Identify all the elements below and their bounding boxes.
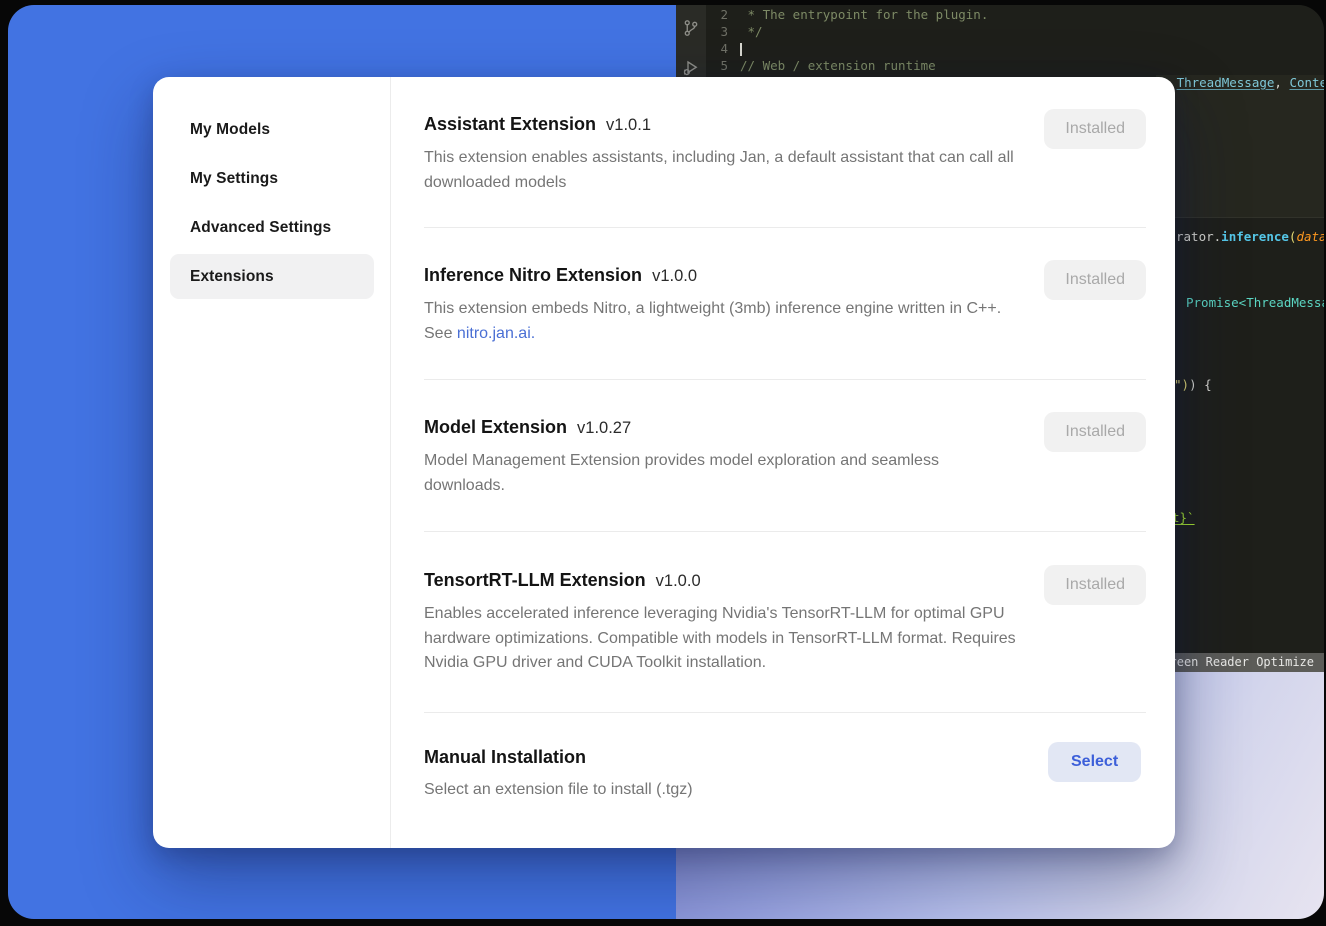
line-number: 2 — [706, 6, 740, 23]
extension-name: Inference Nitro Extension — [424, 265, 642, 285]
installed-button[interactable]: Installed — [1044, 565, 1146, 605]
desktop: 2 * The entrypoint for the plugin.3 */45… — [8, 5, 1324, 919]
line-text: */ — [740, 23, 763, 40]
extension-title: Assistant Extension v1.0.1 — [424, 112, 1020, 138]
description-text: Select an extension file to install (.tg… — [424, 781, 693, 798]
extension-version: v1.0.0 — [652, 267, 697, 285]
extension-description: Enables accelerated inference leveraging… — [424, 602, 1020, 676]
extension-name: Manual Installation — [424, 747, 586, 767]
settings-modal: My ModelsMy SettingsAdvanced SettingsExt… — [153, 77, 1175, 848]
description-text: Enables accelerated inference leveraging… — [424, 605, 1016, 671]
extension-info: Inference Nitro Extension v1.0.0 This exte… — [424, 263, 1020, 346]
extension-row: Assistant Extension v1.0.1 This extension … — [424, 112, 1146, 228]
extension-description: Model Management Extension provides mode… — [424, 449, 1020, 498]
line-text: * The entrypoint for the plugin. — [740, 6, 988, 23]
extension-name: Model Extension — [424, 417, 567, 437]
run-debug-icon[interactable] — [682, 57, 700, 79]
extension-title: Manual Installation — [424, 745, 1024, 770]
extension-row: Inference Nitro Extension v1.0.0 This exte… — [424, 228, 1146, 380]
source-control-icon[interactable] — [682, 17, 700, 39]
extension-name: TensortRT-LLM Extension — [424, 570, 646, 590]
select-button[interactable]: Select — [1048, 742, 1141, 782]
sidebar-item-my-models[interactable]: My Models — [170, 107, 374, 152]
editor-panel-shade — [1156, 75, 1324, 218]
extension-row: Manual Installation Select an extension f… — [424, 713, 1146, 833]
extension-description: This extension enables assistants, inclu… — [424, 146, 1020, 195]
extension-info: TensortRT-LLM Extension v1.0.0 Enables acc… — [424, 568, 1020, 676]
extension-title: Model Extension v1.0.27 — [424, 415, 1020, 441]
extension-row: TensortRT-LLM Extension v1.0.0 Enables acc… — [424, 532, 1146, 713]
text-cursor — [740, 43, 742, 56]
extension-info: Manual Installation Select an extension f… — [424, 745, 1024, 803]
code-fragment: ")) { — [1174, 377, 1212, 392]
line-text: // Web / extension runtime — [740, 57, 936, 74]
line-number: 4 — [706, 40, 740, 57]
extension-description: Select an extension file to install (.tg… — [424, 778, 1024, 803]
extension-name: Assistant Extension — [424, 114, 596, 134]
extension-version: v1.0.1 — [606, 116, 651, 134]
line-number: 3 — [706, 23, 740, 40]
line-text — [740, 40, 742, 57]
nitro-jan-ai-link[interactable]: nitro.jan.ai. — [457, 325, 535, 342]
description-text: This extension enables assistants, inclu… — [424, 149, 1014, 191]
sidebar-item-advanced-settings[interactable]: Advanced Settings — [170, 205, 374, 250]
sidebar-item-extensions[interactable]: Extensions — [170, 254, 374, 299]
code-line: 2 * The entrypoint for the plugin. — [706, 6, 1324, 23]
installed-button[interactable]: Installed — [1044, 412, 1146, 452]
code-line: 3 */ — [706, 23, 1324, 40]
code-fragment: t}` — [1172, 510, 1195, 525]
extension-info: Model Extension v1.0.27 Model Management E… — [424, 415, 1020, 498]
sidebar-item-my-settings[interactable]: My Settings — [170, 156, 374, 201]
extension-row: Model Extension v1.0.27 Model Management E… — [424, 380, 1146, 532]
extensions-list: Assistant Extension v1.0.1 This extension … — [391, 77, 1175, 848]
extension-title: Inference Nitro Extension v1.0.0 — [424, 263, 1020, 289]
extension-description: This extension embeds Nitro, a lightweig… — [424, 297, 1020, 346]
extension-version: v1.0.0 — [656, 572, 701, 590]
line-number: 5 — [706, 57, 740, 74]
extension-version: v1.0.27 — [577, 419, 631, 437]
code-line: 4 — [706, 40, 1324, 57]
extension-title: TensortRT-LLM Extension v1.0.0 — [424, 568, 1020, 594]
settings-sidebar: My ModelsMy SettingsAdvanced SettingsExt… — [153, 77, 391, 848]
extension-info: Assistant Extension v1.0.1 This extension … — [424, 112, 1020, 195]
description-text: Model Management Extension provides mode… — [424, 452, 939, 494]
installed-button[interactable]: Installed — [1044, 109, 1146, 149]
installed-button[interactable]: Installed — [1044, 260, 1146, 300]
code-fragment: Promise<ThreadMessage> — [1186, 295, 1324, 310]
code-line: 5// Web / extension runtime — [706, 57, 1324, 74]
code-fragment: rator.inference(data)); — [1176, 229, 1324, 244]
